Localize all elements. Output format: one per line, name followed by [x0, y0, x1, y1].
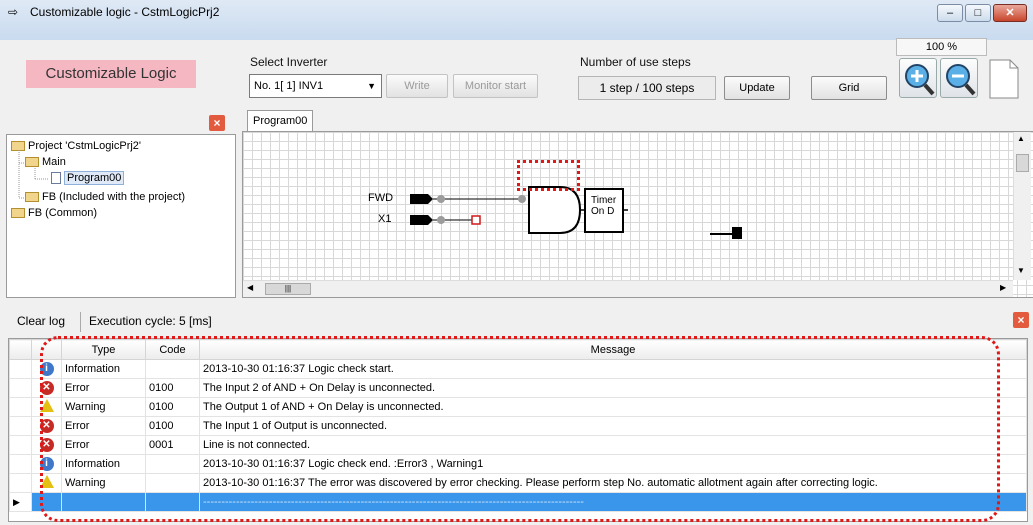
tree-close-button[interactable]: × — [209, 115, 225, 131]
grid-button[interactable]: Grid — [811, 76, 887, 100]
steps-value: 1 step / 100 steps — [578, 76, 716, 100]
scroll-right-icon[interactable]: ▶ — [1000, 283, 1006, 292]
error-icon: ✕ — [39, 419, 54, 433]
info-icon: i — [39, 457, 54, 471]
error-icon: ✕ — [39, 438, 54, 452]
table-row[interactable]: Warning 2013-10-30 01:16:37 The error wa… — [9, 473, 1027, 493]
table-row[interactable]: i Information 2013-10-30 01:16:37 Logic … — [9, 359, 1027, 379]
clear-log-button[interactable]: Clear log — [17, 314, 65, 328]
table-row-selected[interactable]: ▶ --------------------------------------… — [9, 492, 1027, 512]
info-icon: i — [39, 362, 54, 376]
write-button[interactable]: Write — [386, 74, 448, 98]
minimize-button[interactable]: – — [937, 4, 963, 22]
and-gate — [528, 186, 582, 234]
input-terminal-x1 — [410, 215, 433, 225]
log-header-row: Type Code Message — [9, 339, 1027, 360]
tree-lines — [18, 150, 49, 199]
log-close-button[interactable]: × — [1013, 312, 1029, 328]
error-icon: ✕ — [39, 381, 54, 395]
scroll-thumb-h[interactable]: ||| — [265, 283, 311, 295]
new-page-button[interactable] — [986, 58, 1022, 100]
warning-icon — [39, 399, 54, 412]
scroll-down-icon[interactable]: ▼ — [1017, 266, 1025, 275]
table-row[interactable]: ✕ Error 0100 The Input 1 of Output is un… — [9, 416, 1027, 436]
page-icon — [989, 59, 1019, 99]
input-terminal-fwd — [410, 194, 433, 204]
warning-icon — [39, 475, 54, 488]
unconnected-marker — [471, 215, 481, 225]
inverter-select[interactable]: No. 1[ 1] INV1 ▼ — [249, 74, 382, 98]
close-button[interactable]: ✕ — [993, 4, 1027, 22]
monitor-start-button[interactable]: Monitor start — [453, 74, 538, 98]
inverter-select-value: No. 1[ 1] INV1 — [254, 80, 324, 92]
update-button[interactable]: Update — [724, 76, 790, 100]
zoom-out-icon — [946, 64, 976, 96]
project-tree: Project 'CstmLogicPrj2' Main Program00 F… — [6, 134, 236, 298]
tree-item-program00[interactable]: Program00 — [51, 171, 125, 185]
select-inverter-label: Select Inverter — [250, 55, 328, 69]
scroll-up-icon[interactable]: ▲ — [1017, 134, 1025, 143]
zoom-level: 100 % — [896, 38, 987, 56]
zoom-in-button[interactable] — [899, 58, 937, 98]
table-row[interactable]: Warning 0100 The Output 1 of AND + On De… — [9, 397, 1027, 417]
column-code[interactable]: Code — [145, 339, 200, 360]
execution-cycle: Execution cycle: 5 [ms] — [89, 314, 212, 328]
chevron-down-icon: ▼ — [367, 81, 376, 91]
connection-point — [437, 195, 445, 203]
maximize-button[interactable]: □ — [965, 4, 991, 22]
table-row[interactable]: ✕ Error 0001 Line is not connected. — [9, 435, 1027, 455]
table-row[interactable]: ✕ Error 0100 The Input 2 of AND + On Del… — [9, 378, 1027, 398]
log-table: Type Code Message i Information 2013-10-… — [8, 338, 1028, 522]
timer-label: Timer On D — [591, 195, 617, 217]
scroll-left-icon[interactable]: ◀ — [247, 283, 253, 292]
column-message[interactable]: Message — [199, 339, 1027, 360]
window-title: Customizable logic - CstmLogicPrj2 — [30, 5, 220, 19]
app-icon: ⇨ — [8, 5, 19, 19]
scroll-thumb[interactable] — [1016, 154, 1029, 172]
divider — [80, 312, 81, 332]
steps-label: Number of use steps — [580, 55, 691, 69]
zoom-in-icon — [905, 64, 935, 96]
tab-program00[interactable]: Program00 — [247, 110, 313, 132]
table-row[interactable]: i Information 2013-10-30 01:16:37 Logic … — [9, 454, 1027, 474]
connection-point — [437, 216, 445, 224]
vertical-scrollbar[interactable]: ▲ ▼ — [1013, 132, 1031, 280]
logic-diagram — [410, 186, 742, 239]
horizontal-scrollbar[interactable]: ◀ ||| ▶ — [243, 280, 1013, 297]
row-pointer-icon: ▶ — [9, 492, 32, 512]
column-type[interactable]: Type — [61, 339, 146, 360]
connection-point — [518, 195, 526, 203]
app-label: Customizable Logic — [26, 60, 196, 88]
zoom-out-button[interactable] — [940, 58, 978, 98]
